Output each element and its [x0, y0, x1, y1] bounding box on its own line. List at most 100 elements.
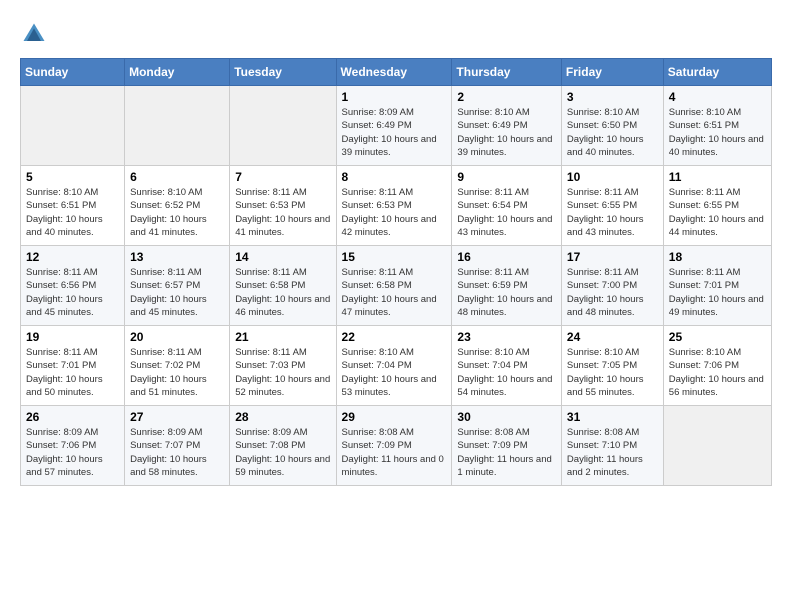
day-number: 31: [567, 410, 658, 424]
day-info: Sunrise: 8:10 AMSunset: 7:04 PMDaylight:…: [457, 346, 556, 399]
day-number: 29: [342, 410, 447, 424]
day-info: Sunrise: 8:08 AMSunset: 7:10 PMDaylight:…: [567, 426, 658, 479]
day-info: Sunrise: 8:09 AMSunset: 7:08 PMDaylight:…: [235, 426, 330, 479]
calendar-cell: 26 Sunrise: 8:09 AMSunset: 7:06 PMDayligh…: [21, 406, 125, 486]
weekday-header: Thursday: [452, 59, 562, 86]
calendar-cell: 1 Sunrise: 8:09 AMSunset: 6:49 PMDaylight…: [336, 86, 452, 166]
calendar-cell: 11Sunrise: 8:11 AMSunset: 6:55 PMDayligh…: [663, 166, 771, 246]
weekday-header: Monday: [125, 59, 230, 86]
calendar-cell: 30 Sunrise: 8:08 AMSunset: 7:09 PMDayligh…: [452, 406, 562, 486]
day-info: Sunrise: 8:11 AMSunset: 6:58 PMDaylight:…: [235, 266, 330, 319]
calendar-cell: 31 Sunrise: 8:08 AMSunset: 7:10 PMDayligh…: [561, 406, 663, 486]
day-info: Sunrise: 8:11 AMSunset: 6:56 PMDaylight:…: [26, 266, 119, 319]
day-number: 2: [457, 90, 556, 104]
day-number: 25: [669, 330, 766, 344]
calendar-cell: 6 Sunrise: 8:10 AMSunset: 6:52 PMDaylight…: [125, 166, 230, 246]
calendar-cell: 4 Sunrise: 8:10 AMSunset: 6:51 PMDaylight…: [663, 86, 771, 166]
calendar-row: 5Sunrise: 8:10 AMSunset: 6:51 PMDaylight…: [21, 166, 772, 246]
day-info: Sunrise: 8:11 AMSunset: 6:53 PMDaylight:…: [235, 186, 330, 239]
page-header: [20, 20, 772, 48]
calendar-cell: 21Sunrise: 8:11 AMSunset: 7:03 PMDayligh…: [230, 326, 336, 406]
day-number: 8: [342, 170, 447, 184]
logo-icon: [20, 20, 48, 48]
calendar-cell: 7 Sunrise: 8:11 AMSunset: 6:53 PMDaylight…: [230, 166, 336, 246]
day-info: Sunrise: 8:08 AMSunset: 7:09 PMDaylight:…: [457, 426, 556, 479]
weekday-header: Saturday: [663, 59, 771, 86]
calendar-row: 12Sunrise: 8:11 AMSunset: 6:56 PMDayligh…: [21, 246, 772, 326]
day-info: Sunrise: 8:10 AMSunset: 7:06 PMDaylight:…: [669, 346, 766, 399]
calendar-cell: 8 Sunrise: 8:11 AMSunset: 6:53 PMDaylight…: [336, 166, 452, 246]
day-number: 15: [342, 250, 447, 264]
calendar-cell: [230, 86, 336, 166]
day-info: Sunrise: 8:10 AMSunset: 6:50 PMDaylight:…: [567, 106, 658, 159]
calendar-cell: 18 Sunrise: 8:11 AMSunset: 7:01 PMDayligh…: [663, 246, 771, 326]
weekday-header-row: SundayMondayTuesdayWednesdayThursdayFrid…: [21, 59, 772, 86]
calendar-row: 1 Sunrise: 8:09 AMSunset: 6:49 PMDaylight…: [21, 86, 772, 166]
day-number: 19: [26, 330, 119, 344]
day-info: Sunrise: 8:11 AMSunset: 6:54 PMDaylight:…: [457, 186, 556, 239]
day-number: 18: [669, 250, 766, 264]
calendar-cell: 28 Sunrise: 8:09 AMSunset: 7:08 PMDayligh…: [230, 406, 336, 486]
day-info: Sunrise: 8:11 AMSunset: 6:59 PMDaylight:…: [457, 266, 556, 319]
day-info: Sunrise: 8:11 AMSunset: 7:01 PMDaylight:…: [669, 266, 766, 319]
day-number: 3: [567, 90, 658, 104]
day-info: Sunrise: 8:11 AMSunset: 6:57 PMDaylight:…: [130, 266, 224, 319]
day-number: 4: [669, 90, 766, 104]
day-number: 28: [235, 410, 330, 424]
calendar-cell: 22 Sunrise: 8:10 AMSunset: 7:04 PMDayligh…: [336, 326, 452, 406]
day-info: Sunrise: 8:09 AMSunset: 7:07 PMDaylight:…: [130, 426, 224, 479]
calendar-cell: 13Sunrise: 8:11 AMSunset: 6:57 PMDayligh…: [125, 246, 230, 326]
day-number: 14: [235, 250, 330, 264]
calendar-cell: 16Sunrise: 8:11 AMSunset: 6:59 PMDayligh…: [452, 246, 562, 326]
weekday-header: Friday: [561, 59, 663, 86]
day-info: Sunrise: 8:08 AMSunset: 7:09 PMDaylight:…: [342, 426, 447, 479]
calendar-row: 19 Sunrise: 8:11 AMSunset: 7:01 PMDayligh…: [21, 326, 772, 406]
calendar-cell: 20 Sunrise: 8:11 AMSunset: 7:02 PMDayligh…: [125, 326, 230, 406]
calendar-table: SundayMondayTuesdayWednesdayThursdayFrid…: [20, 58, 772, 486]
day-number: 30: [457, 410, 556, 424]
day-info: Sunrise: 8:10 AMSunset: 6:51 PMDaylight:…: [26, 186, 119, 239]
calendar-cell: 24 Sunrise: 8:10 AMSunset: 7:05 PMDayligh…: [561, 326, 663, 406]
day-info: Sunrise: 8:11 AMSunset: 6:53 PMDaylight:…: [342, 186, 447, 239]
calendar-cell: 23Sunrise: 8:10 AMSunset: 7:04 PMDayligh…: [452, 326, 562, 406]
day-number: 7: [235, 170, 330, 184]
day-info: Sunrise: 8:10 AMSunset: 7:04 PMDaylight:…: [342, 346, 447, 399]
day-info: Sunrise: 8:11 AMSunset: 6:58 PMDaylight:…: [342, 266, 447, 319]
day-number: 22: [342, 330, 447, 344]
calendar-cell: [21, 86, 125, 166]
calendar-cell: 19 Sunrise: 8:11 AMSunset: 7:01 PMDayligh…: [21, 326, 125, 406]
day-number: 1: [342, 90, 447, 104]
day-info: Sunrise: 8:10 AMSunset: 6:52 PMDaylight:…: [130, 186, 224, 239]
day-number: 24: [567, 330, 658, 344]
day-number: 21: [235, 330, 330, 344]
calendar-cell: 27 Sunrise: 8:09 AMSunset: 7:07 PMDayligh…: [125, 406, 230, 486]
weekday-header: Tuesday: [230, 59, 336, 86]
calendar-cell: 9 Sunrise: 8:11 AMSunset: 6:54 PMDaylight…: [452, 166, 562, 246]
calendar-row: 26 Sunrise: 8:09 AMSunset: 7:06 PMDayligh…: [21, 406, 772, 486]
day-number: 10: [567, 170, 658, 184]
calendar-cell: [663, 406, 771, 486]
day-info: Sunrise: 8:09 AMSunset: 6:49 PMDaylight:…: [342, 106, 447, 159]
logo: [20, 20, 50, 48]
day-info: Sunrise: 8:10 AMSunset: 7:05 PMDaylight:…: [567, 346, 658, 399]
calendar-cell: 14 Sunrise: 8:11 AMSunset: 6:58 PMDayligh…: [230, 246, 336, 326]
calendar-cell: 12Sunrise: 8:11 AMSunset: 6:56 PMDayligh…: [21, 246, 125, 326]
calendar-cell: 10Sunrise: 8:11 AMSunset: 6:55 PMDayligh…: [561, 166, 663, 246]
day-number: 20: [130, 330, 224, 344]
day-info: Sunrise: 8:11 AMSunset: 7:00 PMDaylight:…: [567, 266, 658, 319]
weekday-header: Sunday: [21, 59, 125, 86]
day-info: Sunrise: 8:10 AMSunset: 6:49 PMDaylight:…: [457, 106, 556, 159]
day-number: 9: [457, 170, 556, 184]
calendar-cell: 17Sunrise: 8:11 AMSunset: 7:00 PMDayligh…: [561, 246, 663, 326]
calendar-cell: 15 Sunrise: 8:11 AMSunset: 6:58 PMDayligh…: [336, 246, 452, 326]
day-info: Sunrise: 8:10 AMSunset: 6:51 PMDaylight:…: [669, 106, 766, 159]
calendar-cell: 2 Sunrise: 8:10 AMSunset: 6:49 PMDaylight…: [452, 86, 562, 166]
weekday-header: Wednesday: [336, 59, 452, 86]
day-number: 6: [130, 170, 224, 184]
day-info: Sunrise: 8:11 AMSunset: 7:01 PMDaylight:…: [26, 346, 119, 399]
day-number: 27: [130, 410, 224, 424]
day-number: 11: [669, 170, 766, 184]
day-number: 26: [26, 410, 119, 424]
day-info: Sunrise: 8:11 AMSunset: 7:02 PMDaylight:…: [130, 346, 224, 399]
day-info: Sunrise: 8:09 AMSunset: 7:06 PMDaylight:…: [26, 426, 119, 479]
